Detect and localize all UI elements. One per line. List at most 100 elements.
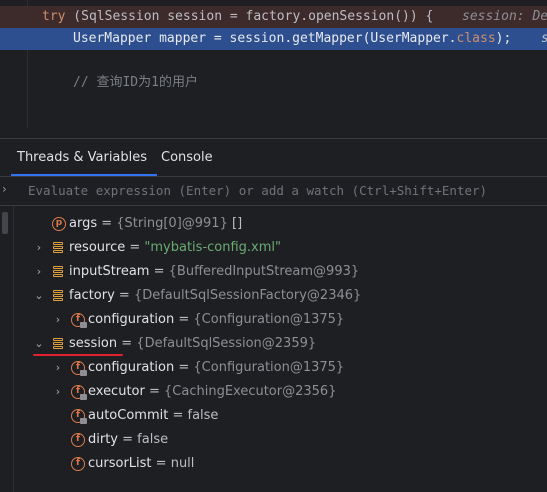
debug-tab-bar: Threads & Variables Console xyxy=(0,139,547,177)
local-variable-icon xyxy=(52,289,66,303)
code-line-comment[interactable]: // 查询ID为1的用户 xyxy=(0,72,547,94)
variable-value: {DefaultSqlSessionFactory@2346} xyxy=(133,288,362,303)
variable-value: {CachingExecutor@2356} xyxy=(164,384,337,399)
variable-row-executor[interactable]: › f executor = {CachingExecutor@2356} xyxy=(0,380,547,404)
variable-row-factory[interactable]: ⌄ factory = {DefaultSqlSessionFactory@234… xyxy=(0,284,547,308)
evaluate-expression-input[interactable]: Evaluate expression (Enter) or add a wat… xyxy=(28,177,487,205)
variable-text: args = {String[0]@991} [] xyxy=(69,212,242,236)
variable-name: dirty xyxy=(88,432,118,447)
variable-row-autocommit[interactable]: f autoCommit = false xyxy=(0,404,547,428)
parameter-icon: p xyxy=(52,217,66,231)
evaluate-expression-bar: › Evaluate expression (Enter) or add a w… xyxy=(0,177,547,206)
code-try-rest: (SqlSession session = factory.openSessio… xyxy=(65,9,434,24)
variable-row-dirty[interactable]: f dirty = false xyxy=(0,428,547,452)
equals-sign: = xyxy=(151,456,171,471)
variable-value: null xyxy=(170,456,195,471)
code-editor[interactable]: try (SqlSession session = factory.openSe… xyxy=(0,0,547,128)
equals-sign: = xyxy=(174,360,194,375)
variable-name: factory xyxy=(69,288,115,303)
variable-text: inputStream = {BufferedInputStream@993} xyxy=(69,260,359,284)
keyword-class: class xyxy=(456,31,496,46)
variable-text: autoCommit = false xyxy=(88,404,218,428)
variable-value: {Configuration@1375} xyxy=(193,360,345,375)
final-field-icon: f xyxy=(71,385,87,400)
lock-icon xyxy=(80,418,87,424)
chevron-right-icon[interactable]: › xyxy=(52,380,64,404)
equals-sign: = xyxy=(168,408,188,423)
local-variable-icon xyxy=(52,337,66,351)
tab-threads-variables[interactable]: Threads & Variables xyxy=(11,139,158,176)
chevron-right-icon[interactable]: › xyxy=(52,356,64,380)
equals-sign: = xyxy=(144,384,165,399)
variable-name: cursorList xyxy=(88,456,152,471)
variable-value: false xyxy=(137,432,169,447)
variable-value: false xyxy=(187,408,219,423)
variable-row-args[interactable]: p args = {String[0]@991} [] xyxy=(0,212,547,236)
variable-name: configuration xyxy=(88,312,175,327)
code-line-current-execution[interactable]: UserMapper mapper = session.getMapper(Us… xyxy=(0,28,547,50)
variable-row-configuration[interactable]: › f configuration = {Configuration@1375} xyxy=(0,356,547,380)
variable-name: autoCommit xyxy=(88,408,169,423)
variable-value: {String[0]@991} xyxy=(116,216,228,231)
panel-divider[interactable] xyxy=(0,128,547,139)
equals-sign: = xyxy=(118,432,138,447)
final-field-icon: f xyxy=(71,313,87,328)
tab-console[interactable]: Console xyxy=(161,139,213,176)
variable-extra: [] xyxy=(232,216,243,231)
code-mapper-before: UserMapper mapper = session.getMapper(Us… xyxy=(73,31,457,46)
variable-name: resource xyxy=(69,240,126,255)
variable-name: inputStream xyxy=(69,264,150,279)
variable-value: {BufferedInputStream@993} xyxy=(168,264,360,279)
variable-text: configuration = {Configuration@1375} xyxy=(88,356,344,380)
equals-sign: = xyxy=(97,216,117,231)
variable-value: "mybatis-config.xml" xyxy=(144,240,281,255)
variable-row-resource[interactable]: › resource = "mybatis-config.xml" xyxy=(0,236,547,260)
keyword-try: try xyxy=(42,9,66,24)
chevron-right-icon[interactable]: › xyxy=(33,260,45,284)
variable-row-session[interactable]: ⌄ session = {DefaultSqlSession@2359} xyxy=(0,332,547,356)
chevron-right-icon[interactable]: › xyxy=(2,182,7,196)
variable-name: session xyxy=(69,336,118,351)
variable-text: dirty = false xyxy=(88,428,168,452)
variable-text: cursorList = null xyxy=(88,452,194,476)
variables-tree: p args = {String[0]@991} [] › resource = "m… xyxy=(0,206,547,492)
chevron-down-icon[interactable]: ⌄ xyxy=(33,284,45,308)
lock-icon xyxy=(80,370,87,376)
final-field-icon: f xyxy=(71,409,87,424)
code-line-try[interactable]: try (SqlSession session = factory.openSe… xyxy=(0,6,547,28)
equals-sign: = xyxy=(174,312,194,327)
variable-name: configuration xyxy=(88,360,175,375)
code-comment: // 查询ID为1的用户 xyxy=(73,75,198,90)
lock-icon xyxy=(80,394,87,400)
inline-value-hint-mapper: s xyxy=(541,28,547,50)
equals-sign: = xyxy=(149,264,169,279)
lock-icon xyxy=(80,322,87,328)
variable-name: executor xyxy=(88,384,145,399)
variable-row-configuration[interactable]: › f configuration = {Configuration@1375} xyxy=(0,308,547,332)
active-tab-indicator xyxy=(11,174,158,176)
variable-text: executor = {CachingExecutor@2356} xyxy=(88,380,336,404)
local-variable-icon xyxy=(52,265,66,279)
chevron-right-icon[interactable]: › xyxy=(52,308,64,332)
variable-text: resource = "mybatis-config.xml" xyxy=(69,236,281,260)
equals-sign: = xyxy=(114,288,134,303)
variable-text: factory = {DefaultSqlSessionFactory@2346… xyxy=(69,284,361,308)
red-annotation-underline xyxy=(33,354,123,356)
variable-text: session = {DefaultSqlSession@2359} xyxy=(69,332,316,356)
tab-threads-variables-label: Threads & Variables xyxy=(17,150,148,165)
field-icon: f xyxy=(71,433,85,447)
variable-value: {DefaultSqlSession@2359} xyxy=(136,336,317,351)
code-mapper-after: ); xyxy=(495,31,512,46)
variable-text: configuration = {Configuration@1375} xyxy=(88,308,344,332)
equals-sign: = xyxy=(125,240,145,255)
chevron-down-icon[interactable]: ⌄ xyxy=(33,332,45,356)
variable-row-cursorlist[interactable]: f cursorList = null xyxy=(0,452,547,476)
variable-name: args xyxy=(69,216,98,231)
field-icon: f xyxy=(71,457,85,471)
final-field-icon: f xyxy=(71,361,87,376)
chevron-right-icon[interactable]: › xyxy=(33,236,45,260)
tab-console-label: Console xyxy=(161,150,213,165)
inline-value-hint: session: De xyxy=(462,9,547,24)
variable-row-inputstream[interactable]: › inputStream = {BufferedInputStream@993} xyxy=(0,260,547,284)
local-variable-icon xyxy=(52,241,66,255)
